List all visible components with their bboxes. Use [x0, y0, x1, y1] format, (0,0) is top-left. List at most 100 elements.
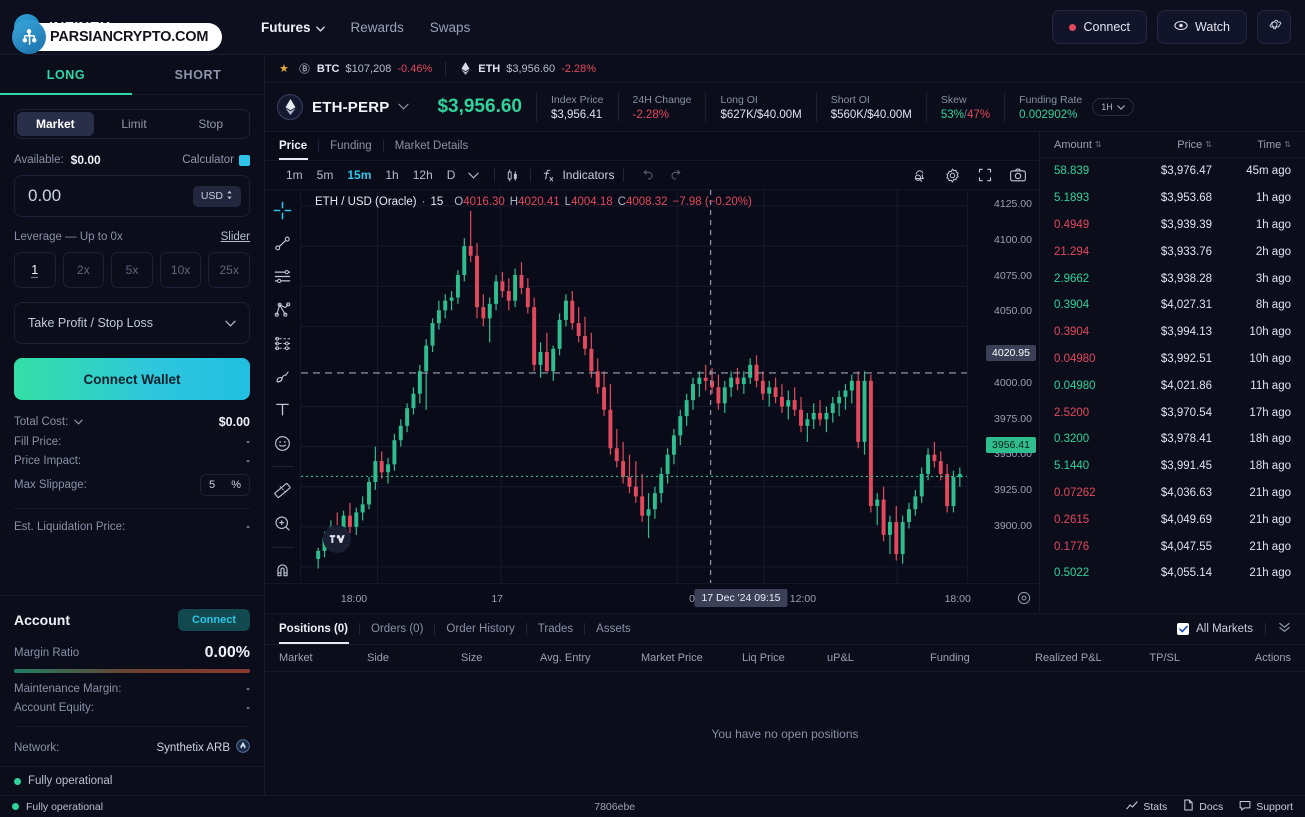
- trade-row[interactable]: 5.1440 $3,991.45 18h ago: [1040, 453, 1305, 480]
- amount-unit-select[interactable]: USD: [192, 185, 241, 207]
- favorite-star-icon[interactable]: ★: [279, 62, 289, 75]
- order-type-stop[interactable]: Stop: [172, 110, 249, 138]
- support-link[interactable]: Support: [1239, 800, 1293, 814]
- trade-row[interactable]: 0.3904 $4,027.31 8h ago: [1040, 292, 1305, 319]
- pitchfork-icon[interactable]: [270, 298, 296, 322]
- collapse-panel-icon[interactable]: [1278, 620, 1291, 638]
- trade-time: 17h ago: [1249, 406, 1291, 419]
- horizontal-lines-icon[interactable]: [270, 265, 296, 289]
- zoom-in-icon[interactable]: [270, 511, 296, 535]
- trades-col-price[interactable]: Price ⇅: [1133, 139, 1212, 151]
- calculator-button[interactable]: Calculator: [182, 154, 250, 166]
- max-slippage-input[interactable]: 5 %: [200, 474, 250, 496]
- leverage-option-2x[interactable]: 2x: [62, 252, 105, 288]
- connect-wallet-button[interactable]: Connect Wallet: [14, 358, 250, 400]
- timeframe-15m[interactable]: 15m: [340, 168, 378, 182]
- stats-link[interactable]: Stats: [1126, 800, 1167, 814]
- timeframe-d[interactable]: D: [440, 168, 463, 182]
- time-axis[interactable]: 18:001706:0012:0018:0017 Dec '24 09:15: [265, 583, 1039, 613]
- trade-row[interactable]: 21.294 $3,933.76 2h ago: [1040, 238, 1305, 265]
- candlestick-plot[interactable]: ETH / USD (Oracle) · 15 O4016.30 H4020.4…: [301, 190, 967, 583]
- measure-icon[interactable]: [270, 478, 296, 502]
- trade-row[interactable]: 0.3200 $3,978.41 18h ago: [1040, 426, 1305, 453]
- nav-item-swaps[interactable]: Swaps: [430, 20, 471, 35]
- crosshair-icon[interactable]: [270, 198, 296, 222]
- ticker-btc[interactable]: BTC $107,208 -0.46%: [298, 62, 432, 75]
- trade-row[interactable]: 0.2615 $4,049.69 21h ago: [1040, 506, 1305, 533]
- tab-positions[interactable]: Positions (0): [279, 614, 359, 644]
- timezone-clock-icon[interactable]: [1017, 591, 1031, 610]
- trade-row[interactable]: 5.1893 $3,953.68 1h ago: [1040, 185, 1305, 212]
- trades-list[interactable]: 58.839 $3,976.47 45m ago 5.1893 $3,953.68 1h …: [1040, 158, 1305, 613]
- chart-settings-icon[interactable]: [944, 167, 961, 184]
- leverage-option-1x[interactable]: 1: [14, 252, 56, 288]
- tab-trades[interactable]: Trades: [527, 614, 584, 644]
- trade-row[interactable]: 58.839 $3,976.47 45m ago: [1040, 158, 1305, 185]
- tab-funding[interactable]: Funding: [319, 132, 383, 160]
- total-cost-row[interactable]: Total Cost: $0.00: [14, 415, 250, 429]
- brush-icon[interactable]: [270, 364, 296, 388]
- docs-link[interactable]: Docs: [1183, 799, 1223, 814]
- account-connect-button[interactable]: Connect: [178, 609, 250, 631]
- trades-col-amount[interactable]: Amount ⇅: [1054, 139, 1133, 151]
- all-markets-toggle[interactable]: All Markets: [1177, 623, 1253, 635]
- function-icon[interactable]: [540, 167, 556, 184]
- tab-long[interactable]: LONG: [0, 55, 132, 94]
- candles-icon[interactable]: [504, 167, 521, 184]
- tab-short[interactable]: SHORT: [132, 55, 264, 94]
- trade-row[interactable]: 0.1776 $4,047.55 21h ago: [1040, 533, 1305, 560]
- trade-row[interactable]: 2.9662 $3,938.28 3h ago: [1040, 265, 1305, 292]
- maintenance-margin-label: Maintenance Margin:: [14, 683, 122, 695]
- fib-retracement-icon[interactable]: [270, 331, 296, 355]
- text-tool-icon[interactable]: [270, 398, 296, 422]
- trade-row[interactable]: 0.07262 $4,036.63 21h ago: [1040, 480, 1305, 507]
- leverage-option-5x[interactable]: 5x: [111, 252, 153, 288]
- leverage-slider-link[interactable]: Slider: [221, 231, 250, 243]
- indicators-button[interactable]: Indicators: [562, 168, 614, 182]
- amount-input-wrapper[interactable]: 0.00 USD: [14, 175, 250, 217]
- connect-button[interactable]: Connect: [1052, 10, 1148, 44]
- timeframe-12h[interactable]: 12h: [406, 168, 440, 182]
- take-profit-stop-loss-dropdown[interactable]: Take Profit / Stop Loss: [14, 302, 250, 344]
- brand-zone[interactable]: INFINEX PARSIANCRYPTO.COM: [12, 14, 239, 54]
- market-selector[interactable]: ETH-PERP: [277, 94, 421, 120]
- alert-icon[interactable]: [911, 167, 928, 184]
- order-type-market[interactable]: Market: [17, 112, 94, 136]
- tab-order-history[interactable]: Order History: [435, 614, 525, 644]
- leverage-option-10x[interactable]: 10x: [159, 252, 202, 288]
- trade-row[interactable]: 0.4949 $3,939.39 1h ago: [1040, 212, 1305, 239]
- ticker-eth[interactable]: ETH $3,956.60 -2.28%: [459, 62, 596, 75]
- network-row[interactable]: Network: Synthetix ARB: [14, 739, 250, 756]
- timeframe-more-icon[interactable]: [462, 172, 485, 179]
- magnet-icon[interactable]: [270, 559, 296, 583]
- leverage-option-25x[interactable]: 25x: [208, 252, 250, 288]
- tab-price[interactable]: Price: [279, 132, 318, 160]
- timeframe-5m[interactable]: 5m: [310, 168, 341, 182]
- tab-market-details[interactable]: Market Details: [384, 132, 480, 160]
- emoji-icon[interactable]: [270, 431, 296, 455]
- trade-row[interactable]: 2.5200 $3,970.54 17h ago: [1040, 399, 1305, 426]
- settings-button[interactable]: [1257, 10, 1291, 44]
- undo-icon[interactable]: [633, 169, 662, 182]
- timeframe-1m[interactable]: 1m: [279, 168, 310, 182]
- amount-input[interactable]: 0.00: [28, 186, 193, 206]
- tab-assets[interactable]: Assets: [585, 614, 642, 644]
- trade-row[interactable]: 0.5022 $4,055.14 21h ago: [1040, 560, 1305, 587]
- nav-item-futures[interactable]: Futures: [261, 20, 325, 35]
- camera-icon[interactable]: [1009, 167, 1027, 183]
- trade-row[interactable]: 0.04980 $4,021.86 11h ago: [1040, 372, 1305, 399]
- redo-icon[interactable]: [662, 169, 691, 182]
- price-axis[interactable]: 4125.00 4100.00 4075.00 4050.00 4000.00 3975.…: [967, 190, 1039, 583]
- order-type-limit[interactable]: Limit: [96, 110, 173, 138]
- tab-orders[interactable]: Orders (0): [360, 614, 434, 644]
- watch-button[interactable]: Watch: [1157, 10, 1247, 44]
- nav-item-rewards[interactable]: Rewards: [351, 20, 404, 35]
- trade-row[interactable]: 0.3904 $3,994.13 10h ago: [1040, 319, 1305, 346]
- price-axis-label: 4050.00: [994, 305, 1032, 318]
- funding-period-select[interactable]: 1H: [1092, 98, 1134, 116]
- timeframe-1h[interactable]: 1h: [378, 168, 405, 182]
- trend-line-icon[interactable]: [270, 231, 296, 255]
- trade-row[interactable]: 0.04980 $3,992.51 10h ago: [1040, 346, 1305, 373]
- fullscreen-icon[interactable]: [977, 167, 993, 183]
- trades-col-time[interactable]: Time ⇅: [1212, 139, 1291, 151]
